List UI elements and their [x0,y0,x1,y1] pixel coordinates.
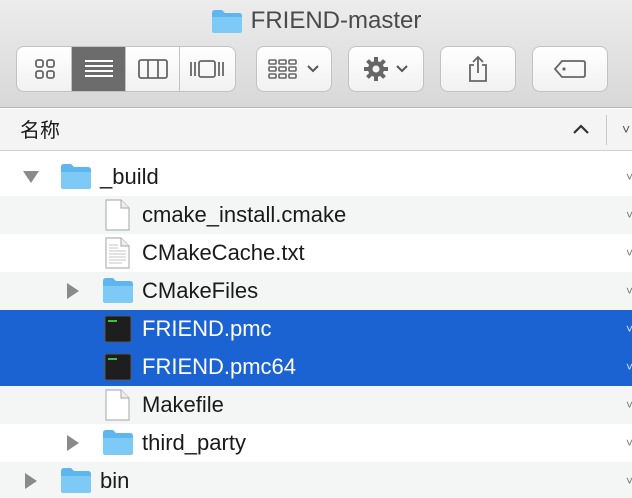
list-view-button[interactable] [72,47,126,91]
list-item[interactable]: _build ˅ [0,158,632,196]
share-icon [469,55,487,82]
column-header: 名称 ˅ [0,109,632,151]
window-title: FRIEND-master [0,4,632,38]
share-button[interactable] [440,46,516,92]
row-edge: ˅ [626,246,632,260]
row-edge: ˅ [626,208,632,222]
folder-icon [103,430,133,455]
file-list: _build ˅ cmake_install.cmake ˅ CMakeCach… [0,158,632,498]
folder-icon [103,278,133,303]
column-view-button[interactable] [126,47,180,91]
executable-terminal-icon [104,315,132,343]
icon-view-icon [34,59,55,79]
row-edge: ˅ [626,474,632,488]
arrange-icon [268,59,297,79]
gallery-view-icon [190,60,224,78]
gallery-view-button[interactable] [180,47,234,91]
chevron-down-icon [307,65,319,73]
row-edge: ˅ [626,360,632,374]
window-title-text: FRIEND-master [250,7,422,34]
list-view-icon [84,60,113,77]
list-item[interactable]: bin ˅ [0,462,632,498]
document-icon [105,389,130,421]
list-item[interactable]: CMakeFiles ˅ [0,272,632,310]
executable-terminal-icon [104,353,132,381]
tag-icon [553,60,586,78]
disclosure-triangle-collapsed-icon[interactable] [22,472,40,490]
file-name: third_party [142,430,246,455]
file-name: CMakeCache.txt [142,240,305,265]
file-name: bin [100,468,130,493]
action-button[interactable] [348,46,424,92]
folder-icon [211,10,242,33]
view-mode-segmented-control [16,46,236,92]
chevron-down-icon [396,65,408,73]
list-item[interactable]: CMakeCache.txt ˅ [0,234,632,272]
disclosure-triangle-collapsed-icon[interactable] [64,282,82,300]
row-edge: ˅ [626,170,632,184]
icon-view-button[interactable] [18,47,72,91]
row-edge: ˅ [626,322,632,336]
file-name: Makefile [142,392,224,417]
list-item-selected[interactable]: FRIEND.pmc ˅ [0,310,632,348]
folder-icon [61,468,91,493]
file-name: CMakeFiles [142,278,259,303]
arrange-button[interactable] [256,46,332,92]
folder-icon [61,164,91,189]
next-column-edge: ˅ [622,121,631,137]
column-divider[interactable] [606,115,607,145]
disclosure-triangle-collapsed-icon[interactable] [64,434,82,452]
disclosure-triangle-expanded-icon[interactable] [22,168,40,186]
sort-ascending-icon[interactable] [568,117,594,143]
row-edge: ˅ [626,284,632,298]
window-toolbar: FRIEND-master [0,0,632,108]
file-name: cmake_install.cmake [142,202,347,227]
list-item[interactable]: Makefile ˅ [0,386,632,424]
tags-button[interactable] [532,46,608,92]
list-item-selected[interactable]: FRIEND.pmc64 ˅ [0,348,632,386]
row-edge: ˅ [626,398,632,412]
list-item[interactable]: cmake_install.cmake ˅ [0,196,632,234]
document-icon [105,199,130,231]
file-name: FRIEND.pmc64 [142,354,297,379]
row-edge: ˅ [626,436,632,450]
name-column-header[interactable]: 名称 [20,109,60,151]
file-name: FRIEND.pmc [142,316,272,341]
text-document-icon [105,237,130,269]
column-view-icon [137,59,168,79]
file-name: _build [100,164,159,189]
gear-icon [364,57,388,81]
list-item[interactable]: third_party ˅ [0,424,632,462]
